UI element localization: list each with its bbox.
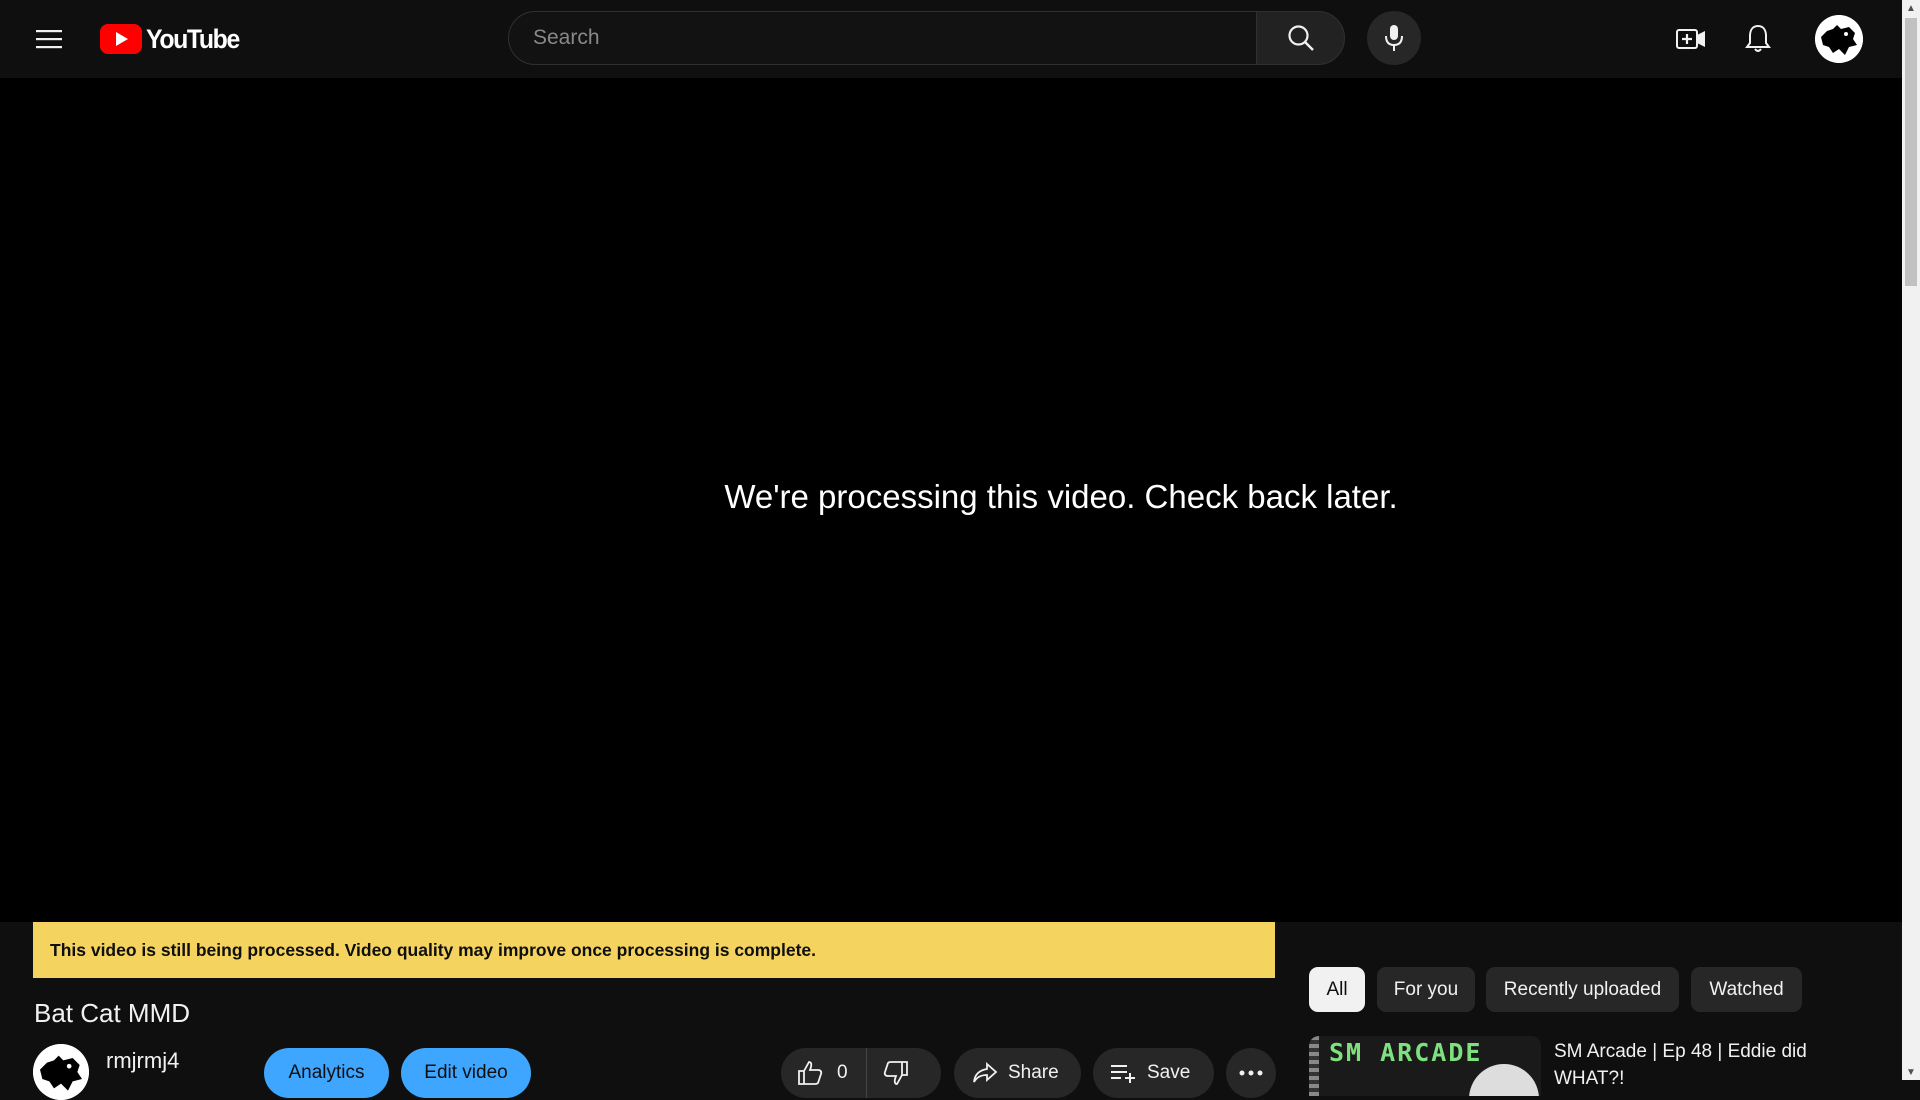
processing-message: We're processing this video. Check back …: [724, 478, 1398, 515]
avatar-cat-image: [1815, 15, 1863, 63]
share-arrow-icon: [973, 1061, 998, 1083]
recommendation-thumbnail[interactable]: SM ARCADE: [1309, 1036, 1541, 1096]
save-button[interactable]: Save: [1093, 1048, 1214, 1098]
processing-banner: This video is still being processed. Vid…: [33, 922, 1275, 978]
like-button[interactable]: 0: [781, 1048, 867, 1098]
recommendation-title[interactable]: SM Arcade | Ep 48 | Eddie did WHAT?!: [1554, 1038, 1844, 1092]
channel-avatar-cat-image: [33, 1044, 89, 1100]
notifications-button[interactable]: [1737, 19, 1779, 59]
youtube-logo[interactable]: YouTube: [100, 24, 247, 54]
video-title: Bat Cat MMD: [34, 998, 191, 1028]
thumbs-down-icon: [883, 1061, 908, 1085]
scrollbar-thumb[interactable]: [1905, 18, 1917, 286]
save-label: Save: [1147, 1062, 1191, 1083]
like-count: 0: [837, 1062, 848, 1083]
thumbnail-title-text: SM ARCADE: [1329, 1038, 1483, 1067]
channel-avatar[interactable]: [33, 1044, 89, 1100]
share-button[interactable]: Share: [954, 1048, 1081, 1098]
chip-watched[interactable]: Watched: [1691, 967, 1802, 1012]
search-button[interactable]: [1256, 11, 1345, 65]
create-button[interactable]: [1670, 19, 1712, 59]
more-horizontal-icon: [1239, 1070, 1263, 1076]
add-to-playlist-icon: [1111, 1065, 1135, 1083]
logo-wordmark: YouTube: [146, 23, 240, 54]
thumbs-up-icon: [798, 1061, 823, 1085]
voice-search-button[interactable]: [1367, 11, 1421, 65]
scroll-down-arrow-icon[interactable]: ▼: [1902, 1064, 1920, 1080]
share-label: Share: [1008, 1062, 1059, 1083]
chip-recently-uploaded[interactable]: Recently uploaded: [1486, 967, 1679, 1012]
search-icon: [1287, 25, 1314, 51]
more-actions-button[interactable]: [1226, 1048, 1276, 1098]
youtube-play-logo-icon: [100, 24, 142, 54]
scroll-up-arrow-icon[interactable]: ▲: [1902, 0, 1920, 16]
chip-all[interactable]: All: [1309, 967, 1365, 1012]
page-scrollbar[interactable]: ▲ ▼: [1902, 0, 1920, 1080]
edit-video-button[interactable]: Edit video: [401, 1048, 531, 1098]
channel-name[interactable]: rmjrmj4: [106, 1048, 179, 1074]
microphone-icon: [1385, 25, 1403, 51]
search-input[interactable]: [531, 25, 1235, 51]
thumbnail-art-shape: [1469, 1064, 1539, 1096]
video-player[interactable]: We're processing this video. Check back …: [0, 78, 1902, 922]
search-box[interactable]: [508, 11, 1256, 65]
analytics-button[interactable]: Analytics: [264, 1048, 389, 1098]
masthead: YouTube: [0, 0, 1902, 78]
like-dislike-group: 0: [781, 1048, 941, 1098]
hamburger-menu-icon: [36, 30, 62, 49]
account-avatar-button[interactable]: [1815, 15, 1863, 63]
bell-icon: [1745, 24, 1771, 52]
chip-for-you[interactable]: For you: [1377, 967, 1475, 1012]
create-video-icon: [1676, 29, 1705, 49]
thumbnail-art-strip: [1309, 1036, 1319, 1096]
guide-menu-button[interactable]: [29, 19, 69, 59]
dislike-button[interactable]: [867, 1060, 909, 1086]
